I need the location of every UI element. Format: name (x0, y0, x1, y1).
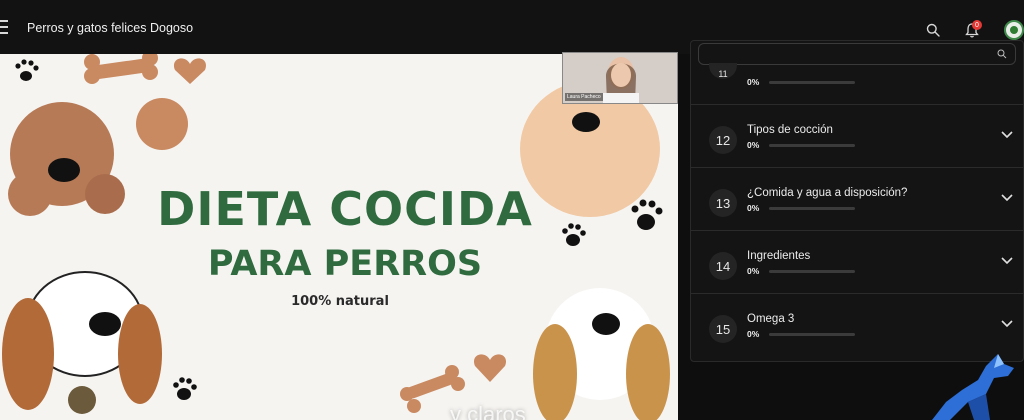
dog-logo-watermark (932, 354, 1014, 420)
menu-icon[interactable] (0, 20, 8, 34)
lesson-item[interactable]: 11 0% (691, 63, 1024, 105)
beagle-illustration (2, 271, 162, 414)
lessons-search-input[interactable] (698, 43, 1016, 65)
lesson-number: 11 (709, 63, 737, 79)
poodle-illustration (8, 102, 125, 216)
lesson-item[interactable]: 12 Tipos de cocción 0% (691, 105, 1024, 168)
lesson-progress-bar (769, 270, 855, 273)
heart-cookie-icon (173, 58, 207, 84)
lesson-progress-percent: 0% (747, 77, 760, 87)
app-window: Perros y gatos felices Dogoso 0 DIETA CO… (0, 0, 1024, 420)
slide-illustrations (2, 54, 670, 420)
lesson-progress-percent: 0% (747, 266, 760, 276)
chevron-down-icon[interactable] (1001, 257, 1013, 265)
bone-icon (84, 54, 158, 84)
chevron-down-icon[interactable] (1001, 194, 1013, 202)
lesson-progress-percent: 0% (747, 329, 760, 339)
lesson-progress-percent: 0% (747, 140, 760, 150)
presentation-slide: DIETA COCIDA PARA PERROS 100% natural y … (0, 54, 678, 420)
paw-icon (631, 199, 663, 230)
lesson-progress-bar (769, 207, 855, 210)
lesson-number: 12 (709, 126, 737, 154)
lesson-title: Ingredientes (747, 250, 811, 262)
avatar[interactable] (1004, 20, 1024, 40)
paw-icon (562, 223, 586, 246)
slide-title: DIETA COCIDA (157, 182, 533, 236)
spaniel-illustration (533, 288, 670, 420)
lesson-item[interactable]: 13 ¿Comida y agua a disposición? 0% (691, 168, 1024, 231)
slide-subtitle: 100% natural (291, 294, 389, 309)
paw-icon (15, 59, 39, 81)
lesson-progress-bar (769, 144, 855, 147)
lessons-list: 11 0% 12 Tipos de cocción 0% 13 ¿Comida … (691, 63, 1024, 357)
presenter-webcam: Laura Pacheco (562, 52, 678, 104)
lessons-panel: 11 0% 12 Tipos de cocción 0% 13 ¿Comida … (690, 40, 1024, 362)
search-icon (997, 49, 1007, 59)
lesson-item[interactable]: 14 Ingredientes 0% (691, 231, 1024, 294)
lesson-progress-bar (769, 333, 855, 336)
lesson-title: Omega 3 (747, 313, 795, 325)
notification-badge: 0 (972, 20, 982, 30)
paw-cookie-icon (136, 98, 188, 150)
search-icon[interactable] (926, 23, 940, 37)
lesson-title: ¿Comida y agua a disposición? (747, 187, 908, 199)
presenter-name: Laura Pacheco (565, 93, 603, 101)
lesson-title: Tipos de cocción (747, 124, 833, 136)
chevron-down-icon[interactable] (1001, 131, 1013, 139)
course-title: Perros y gatos felices Dogoso (27, 21, 194, 35)
lesson-progress-bar (769, 81, 855, 84)
chevron-down-icon[interactable] (1001, 320, 1013, 328)
lesson-number: 14 (709, 252, 737, 280)
lesson-number: 15 (709, 315, 737, 343)
lesson-number: 13 (709, 189, 737, 217)
video-caption: y claros (450, 402, 526, 420)
heart-cookie-icon (473, 354, 507, 382)
lesson-item[interactable]: 15 Omega 3 0% (691, 294, 1024, 357)
slide-title-secondary: PARA PERROS (207, 244, 483, 284)
paw-icon (173, 377, 197, 400)
lesson-progress-percent: 0% (747, 203, 760, 213)
